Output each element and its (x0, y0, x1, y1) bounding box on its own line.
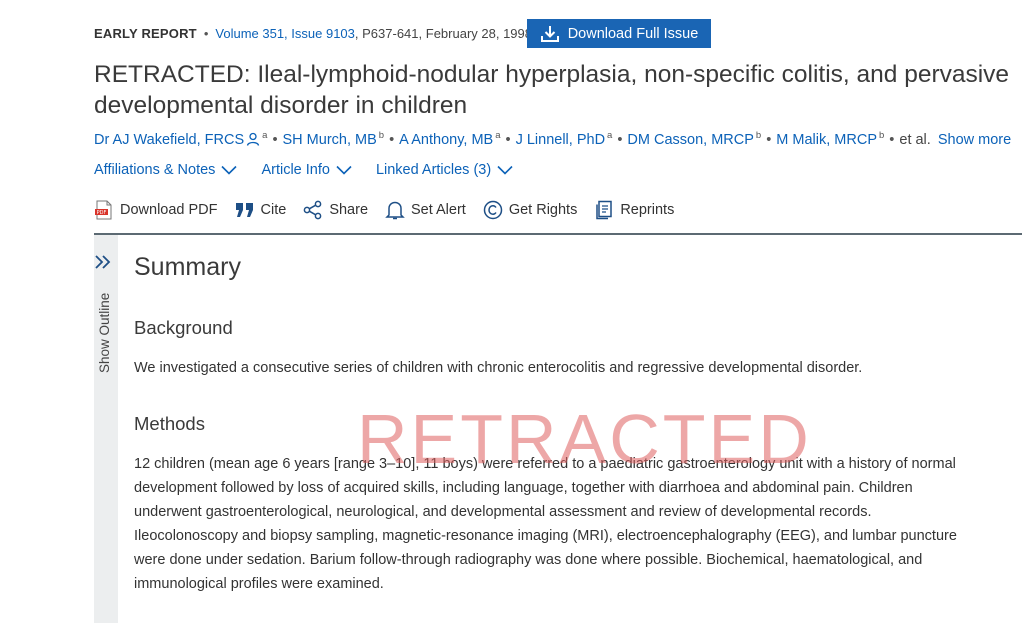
et-al: et al. (899, 131, 931, 148)
person-icon (246, 132, 260, 146)
show-outline-label[interactable]: Show Outline (97, 283, 112, 373)
page-range: P637-641 (362, 26, 419, 41)
download-pdf-button[interactable]: PDF Download PDF (94, 200, 218, 220)
show-outline-button[interactable] (94, 253, 112, 271)
share-icon (303, 200, 322, 220)
author-link[interactable]: Dr AJ Wakefield, FRCS (94, 132, 244, 148)
summary-heading: Summary (134, 253, 241, 281)
download-full-issue-label: Download Full Issue (567, 25, 699, 42)
article-toolbar: PDF Download PDF Cite Share Set Alert Ge… (94, 200, 674, 220)
background-heading: Background (134, 317, 233, 338)
bell-icon (385, 201, 405, 220)
article-meta: EARLY REPORT • Volume 351, Issue 9103 , … (94, 26, 532, 41)
linked-articles-toggle[interactable]: Linked Articles (3) (376, 162, 513, 178)
methods-line: were done under sedation. Barium follow-… (134, 552, 923, 568)
chevron-down-icon (497, 165, 513, 175)
author-link[interactable]: J Linnell, PhD (516, 132, 605, 148)
pdf-icon: PDF (95, 200, 112, 220)
chevron-down-icon (221, 165, 238, 175)
methods-line: immunological profiles were examined. (134, 576, 384, 592)
author-list: Dr AJ Wakefield, FRCS a • SH Murch, MB b • A A… (94, 130, 1012, 148)
download-full-issue-button[interactable]: Download Full Issue (527, 19, 711, 48)
svg-text:PDF: PDF (97, 210, 107, 216)
volume-issue-link[interactable]: Volume 351, Issue 9103 (215, 26, 355, 41)
methods-line: Ileocolonoscopy and biopsy sampling, mag… (134, 528, 957, 544)
author-link[interactable]: A Anthony, MB (399, 132, 493, 148)
author-link[interactable]: DM Casson, MRCP (627, 132, 754, 148)
reprints-icon (596, 200, 613, 220)
quote-icon (235, 203, 253, 217)
cite-button[interactable]: Cite (235, 200, 286, 220)
get-rights-button[interactable]: Get Rights (483, 200, 577, 220)
share-button[interactable]: Share (303, 200, 368, 220)
author-link[interactable]: M Malik, MRCP (776, 132, 877, 148)
methods-line: development followed by loss of acquired… (134, 480, 913, 496)
background-text: We investigated a consecutive series of … (134, 360, 863, 376)
affiliations-toggle[interactable]: Affiliations & Notes (94, 162, 238, 178)
download-icon (540, 25, 559, 42)
methods-line: 12 children (mean age 6 years [range 3–1… (134, 456, 956, 472)
methods-line: underwent gastroenterological, neurologi… (134, 504, 872, 520)
section-divider (94, 233, 1022, 235)
report-type: EARLY REPORT (94, 26, 197, 41)
chevron-double-right-icon (95, 255, 111, 269)
show-more-authors-link[interactable]: Show more (938, 132, 1011, 148)
author-link[interactable]: SH Murch, MB (283, 132, 377, 148)
chevron-down-icon (336, 165, 352, 175)
methods-heading: Methods (134, 413, 205, 434)
article-title: RETRACTED: Ileal-lymphoid-nodular hyperp… (94, 61, 1010, 119)
article-info-toggle[interactable]: Article Info (261, 162, 352, 178)
copyright-icon (483, 200, 503, 220)
set-alert-button[interactable]: Set Alert (385, 200, 466, 220)
article-info-links: Affiliations & Notes Article Info Linked… (94, 162, 513, 178)
publication-date: February 28, 1998 (425, 26, 532, 41)
reprints-button[interactable]: Reprints (594, 200, 674, 220)
